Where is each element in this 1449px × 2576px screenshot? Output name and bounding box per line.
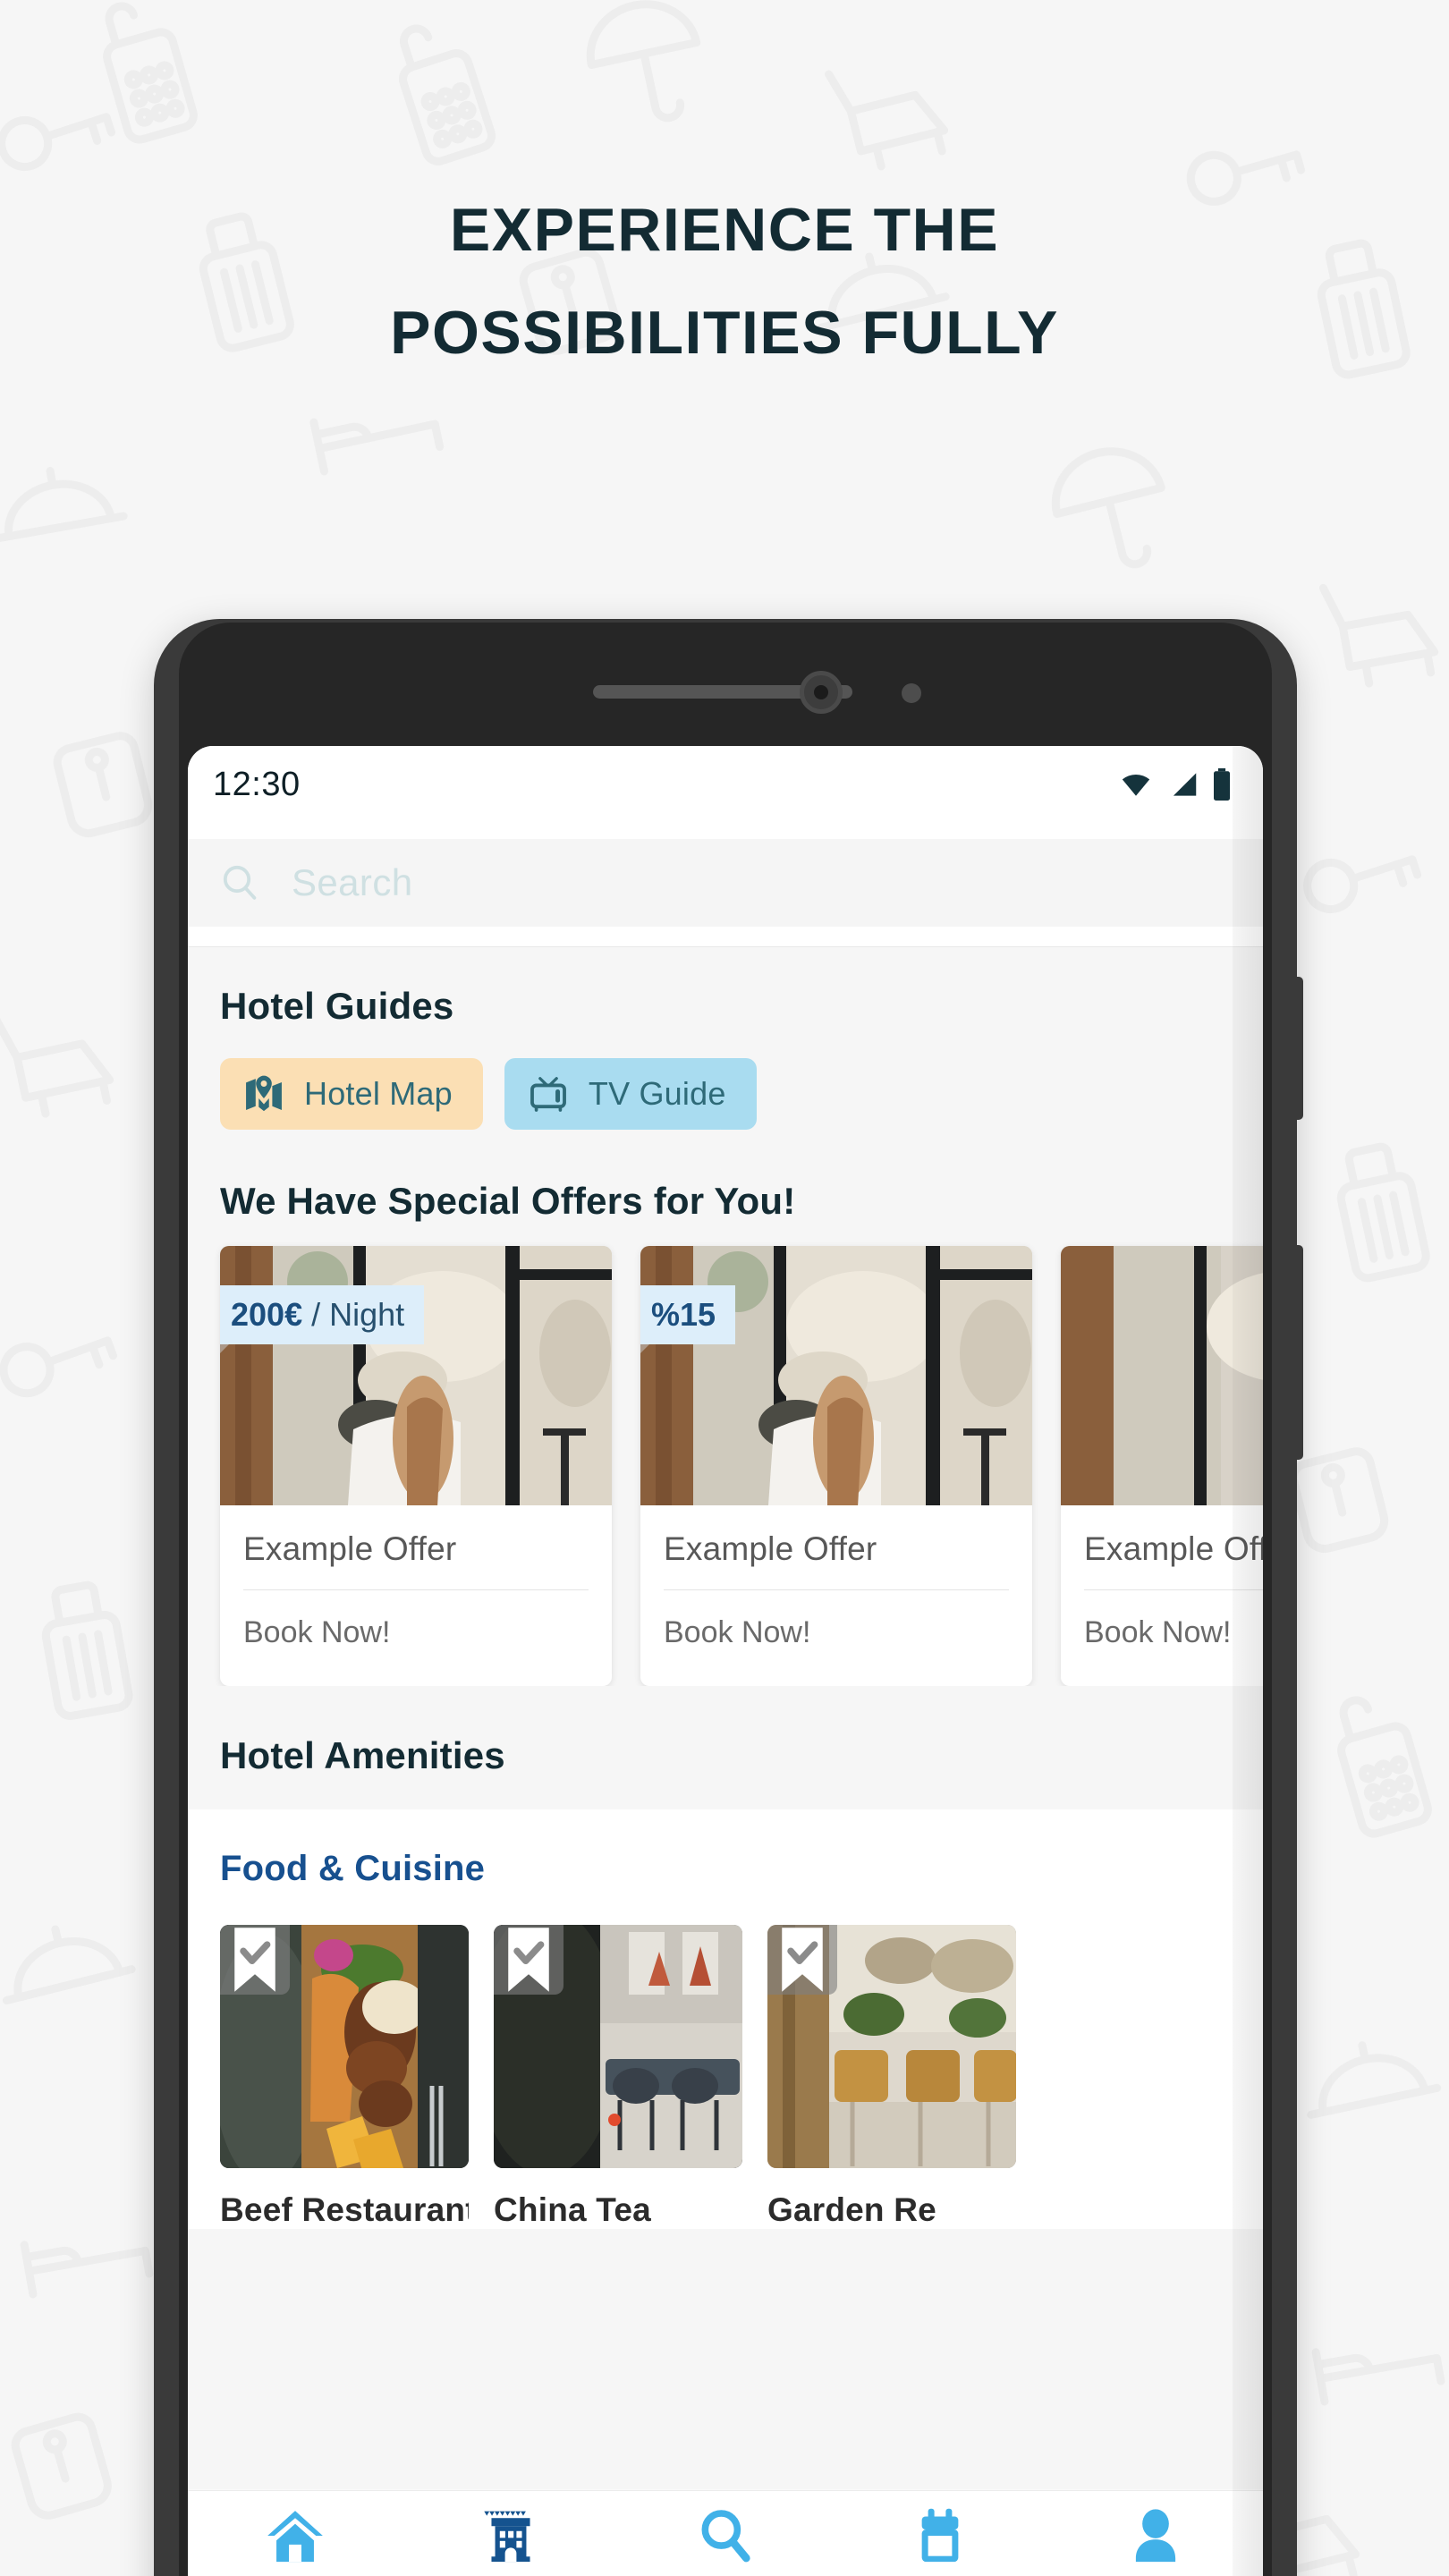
offer-cta[interactable]: Book Now! [664, 1590, 1009, 1686]
offer-body: Example Offer Book Now! [220, 1505, 612, 1686]
amenity-label: Garden Re [767, 2191, 936, 2228]
offer-card[interactable]: Example Offer Book Now! [1061, 1246, 1263, 1686]
offer-name: Example Offer [1084, 1505, 1263, 1590]
offer-cta[interactable]: Book Now! [243, 1590, 589, 1686]
nav-label-home: Home [254, 2572, 336, 2576]
offer-price-value: 200€ [231, 1296, 303, 1333]
promo-headline: EXPERIENCE THE POSSIBILITIES FULLY [0, 190, 1449, 374]
amenity-item[interactable]: Garden Re [767, 1925, 1016, 2229]
hotel-map-label: Hotel Map [304, 1075, 453, 1112]
bookmark-check-icon[interactable] [494, 1925, 564, 1995]
tv-guide-label: TV Guide [588, 1075, 726, 1112]
offer-cta[interactable]: Book Now! [1084, 1590, 1263, 1686]
offer-body: Example Offer Book Now! [640, 1505, 1032, 1686]
amenity-image [767, 1925, 1016, 2168]
hotel-amenities-title: Hotel Amenities [220, 1734, 505, 1776]
offer-image: %15 [640, 1246, 1032, 1505]
tv-guide-button[interactable]: TV Guide [504, 1058, 757, 1130]
home-icon [267, 2511, 324, 2563]
nav-item-my[interactable]: My [1048, 2507, 1263, 2576]
phone-power-button[interactable] [1295, 1245, 1303, 1460]
calendar-icon [922, 2508, 959, 2563]
hotel-guides-title: Hotel Guides [220, 985, 454, 1027]
status-time: 12:30 [213, 765, 301, 803]
search-input[interactable]: Search [188, 839, 1263, 927]
search-icon [223, 865, 257, 900]
hotel-map-button[interactable]: Hotel Map [220, 1058, 483, 1130]
nav-item-home[interactable]: Home [188, 2507, 402, 2576]
amenity-label: China Tea [494, 2191, 651, 2228]
amenity-image [220, 1925, 469, 2168]
nav-label-hotel: Hotel [472, 2572, 549, 2576]
content-scroll-area[interactable]: Hotel Guides Hotel Map TV Guide We Have … [188, 947, 1263, 2489]
person-icon [1135, 2509, 1175, 2563]
amenity-item[interactable]: China Tea [494, 1925, 742, 2229]
phone-sensor-icon [902, 683, 921, 703]
phone-volume-button[interactable] [1295, 977, 1303, 1120]
amenity-panel: Food & Cuisine Beef Restaurant China Tea… [188, 1809, 1263, 2229]
wifi-icon [1122, 774, 1150, 796]
bookmark-check-icon[interactable] [767, 1925, 837, 1995]
nav-item-calendar[interactable]: Calendar [833, 2507, 1047, 2576]
special-offers-carousel[interactable]: 200€ / Night Example Offer Book Now! %15… [188, 1223, 1263, 1686]
headline-line-1: EXPERIENCE THE [449, 196, 1000, 264]
nav-item-explore[interactable]: Explore [618, 2507, 833, 2576]
amenity-item[interactable]: Beef Restaurant [220, 1925, 469, 2229]
offer-body: Example Offer Book Now! [1061, 1505, 1263, 1686]
battery-icon [1214, 768, 1230, 801]
amenity-label: Beef Restaurant [220, 2191, 469, 2228]
status-bar: 12:30 [188, 746, 1263, 823]
status-icon-group [1118, 768, 1231, 801]
phone-screen: 12:30 Search Hotel Guides Hotel Map TV G… [188, 746, 1263, 2576]
offer-price-badge: %15 [640, 1285, 736, 1359]
offer-price-badge: 200€ / Night [220, 1285, 425, 1359]
map-pin-icon [246, 1075, 282, 1112]
offer-image [1061, 1246, 1263, 1505]
amenity-thumbnail-row[interactable]: Beef Restaurant China Tea Garden Re [188, 1889, 1263, 2229]
offer-name: Example Offer [664, 1505, 1009, 1590]
hotel-guides-chip-row: Hotel Map TV Guide [188, 1028, 1263, 1130]
amenity-image [494, 1925, 742, 2168]
phone-camera-icon [800, 671, 843, 714]
offer-price-unit: / Night [302, 1296, 405, 1333]
nav-label-calendar: Calendar [878, 2572, 1004, 2576]
cellular-signal-icon [1173, 773, 1197, 796]
tv-icon [530, 1077, 566, 1112]
phone-mockup: 12:30 Search Hotel Guides Hotel Map TV G… [154, 619, 1303, 2576]
bottom-navigation: Home [188, 2490, 1263, 2576]
nav-item-hotel[interactable]: Hotel [402, 2507, 617, 2576]
amenity-group-title: Food & Cuisine [220, 1849, 486, 1888]
offer-image: 200€ / Night [220, 1246, 612, 1505]
headline-line-2: POSSIBILITIES FULLY [390, 299, 1059, 368]
hotel-icon [483, 2511, 530, 2563]
offer-name: Example Offer [243, 1505, 589, 1590]
app-header: Search [188, 823, 1263, 947]
search-placeholder: Search [292, 861, 413, 903]
special-offers-title: We Have Special Offers for You! [220, 1180, 796, 1222]
bookmark-check-icon[interactable] [220, 1925, 290, 1995]
nav-label-my: My [1135, 2572, 1176, 2576]
offer-card[interactable]: %15 Example Offer Book Now! [640, 1246, 1032, 1686]
nav-label-explore: Explore [674, 2572, 778, 2576]
offer-card[interactable]: 200€ / Night Example Offer Book Now! [220, 1246, 612, 1686]
search-icon [701, 2510, 750, 2563]
offer-price-value: %15 [651, 1296, 716, 1333]
